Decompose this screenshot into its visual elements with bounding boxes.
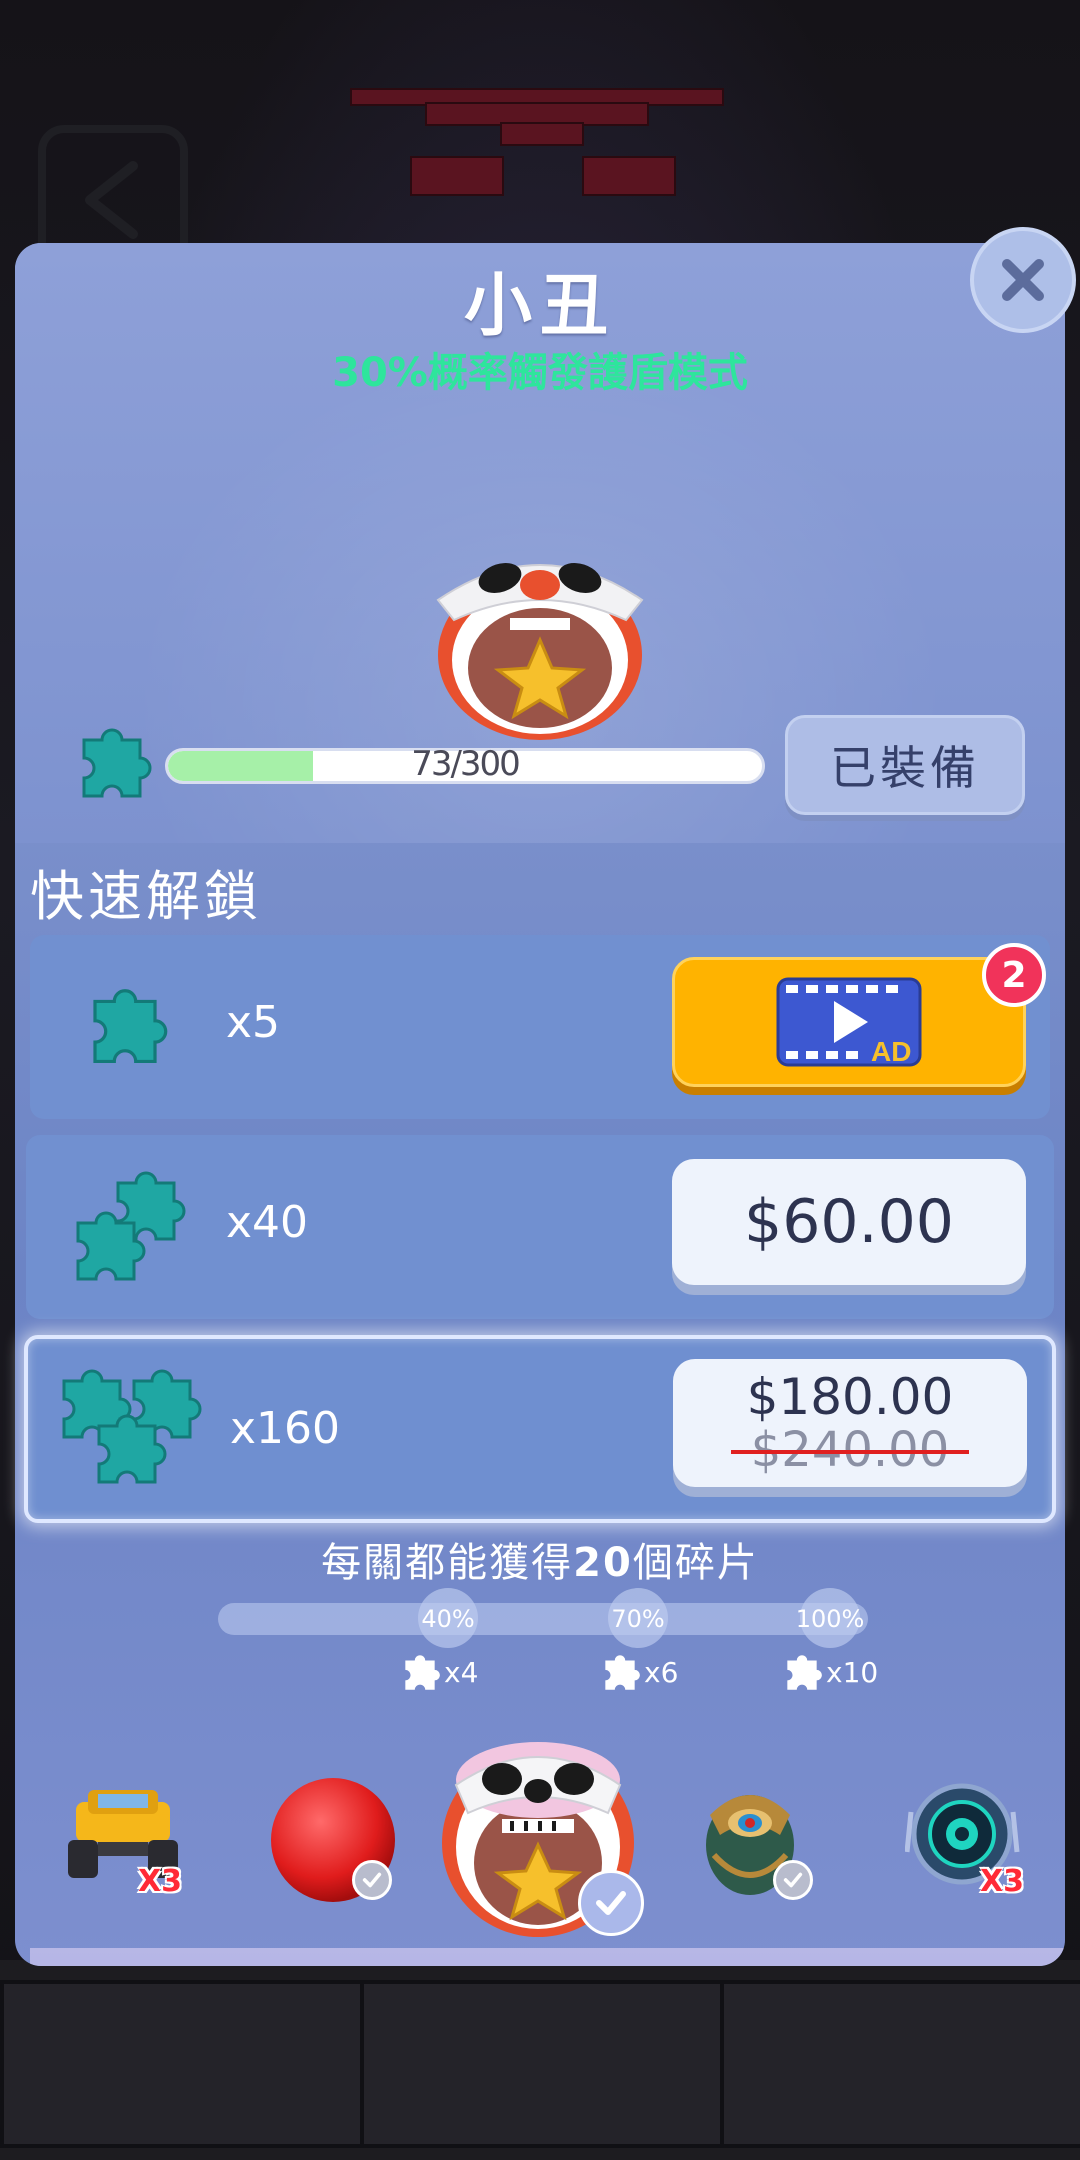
milestone-percent: 100% [795,1605,865,1633]
offer-row-40: x40 $60.00 [26,1135,1054,1319]
quick-unlock-title: 快速解鎖 [30,865,262,928]
ad-label: AD [871,1036,911,1067]
reward-amount: x10 [826,1655,879,1689]
buy-160-button[interactable]: $180.00 $240.00 [673,1359,1027,1487]
puzzle-stack-icon [76,1171,186,1281]
equipped-button[interactable]: 已裝備 [785,715,1025,815]
chevron-left-icon [85,161,138,239]
hint-amount: 20 [573,1540,633,1586]
clown-ball-preview [436,563,644,740]
skin-selector-bar [30,1948,1065,1966]
skin-name: 小丑 [463,267,616,346]
floor-tile [360,1980,728,2148]
old-price: $240.00 [730,1422,970,1478]
puzzle-piece-icon [82,728,152,798]
ability-percent: 30% [332,350,428,396]
offer-quantity: x5 [226,997,281,1048]
progress-text: 73/300 [411,744,521,784]
buy-40-button[interactable]: $60.00 [672,1159,1026,1285]
offer-quantity: x40 [226,1197,309,1248]
milestone-percent: 70% [611,1605,665,1633]
milestone-reward: x10 [780,1650,878,1694]
floor-tile [720,1980,1080,2148]
skin-ability-text: 30%概率觸發護盾模式 [15,340,1065,398]
puzzle-piece-icon [605,1655,640,1690]
milestone-percent: 40% [421,1605,475,1633]
milestone-track [218,1603,868,1635]
puzzle-piece-icon [405,1655,440,1690]
video-ad-icon: AD [776,977,922,1067]
puzzle-piece-icon [93,989,168,1064]
multiplier-badge: X3 [980,1864,1025,1899]
owned-check-icon [352,1860,392,1900]
hint-suffix: 個碎片 [632,1540,759,1586]
level-reward-hint: 每關都能獲得20個碎片 [15,1530,1065,1588]
offer-row-160: x160 $180.00 $240.00 [24,1335,1056,1523]
price: $180.00 [746,1368,954,1426]
close-icon [1002,259,1044,301]
multiplier-badge: X3 [138,1864,183,1899]
milestone-reward: x4 [398,1650,478,1694]
selected-check-icon [578,1870,644,1936]
background-bricks [350,88,730,198]
floor-tile [0,1980,368,2148]
puzzle-piece-icon [787,1655,822,1690]
reward-amount: x4 [444,1655,479,1689]
puzzle-pile-icon [62,1369,202,1484]
offer-row-ad: x5 AD [30,935,1050,1119]
close-button[interactable] [970,227,1076,333]
milestone-reward: x6 [598,1650,678,1694]
ability-description: 概率觸發護盾模式 [427,350,748,396]
price: $60.00 [744,1187,954,1257]
ad-count-badge: 2 [982,943,1046,1007]
offer-quantity: x160 [230,1403,341,1454]
owned-check-icon [773,1860,813,1900]
watch-ad-button[interactable]: AD [672,957,1026,1087]
reward-amount: x6 [644,1655,679,1689]
hint-prefix: 每關都能獲得 [321,1540,574,1586]
strikethrough-line [730,1450,970,1454]
